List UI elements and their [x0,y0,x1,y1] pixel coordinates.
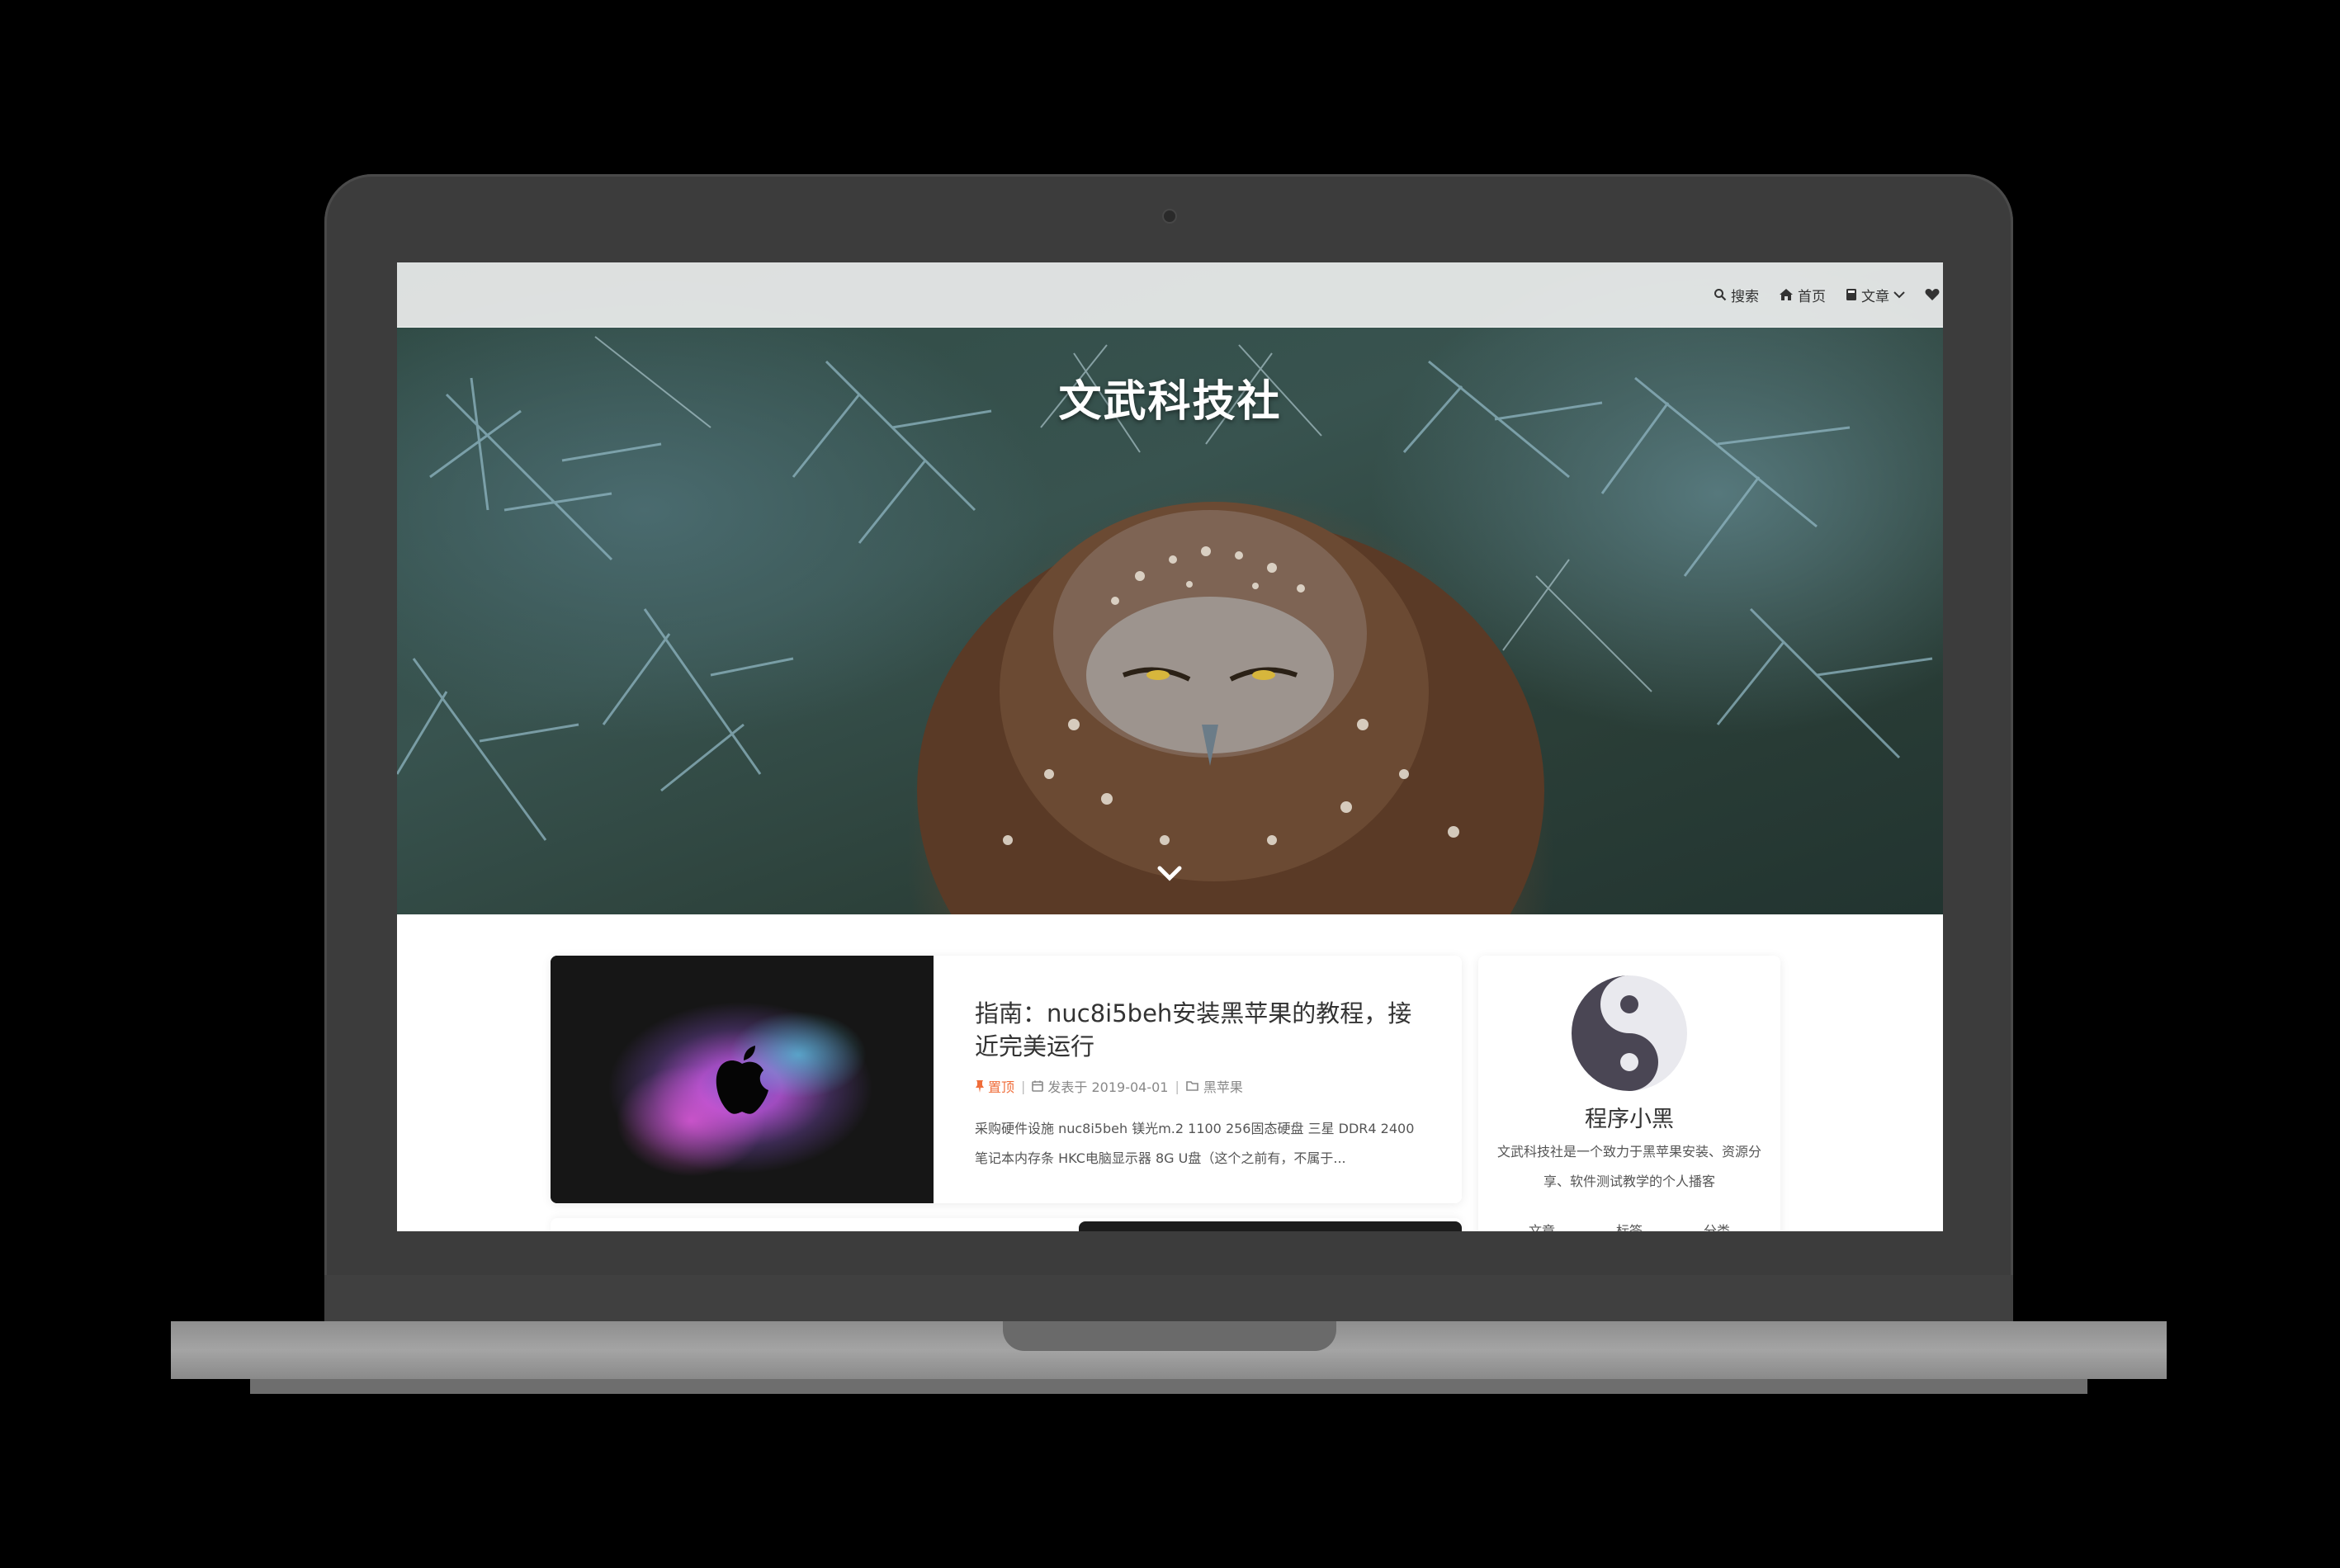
nav-menu: 搜索 首页 文章 [1714,262,1943,327]
post-category-label: 黑苹果 [1203,1079,1243,1095]
site-title: 文武科技社 [1058,377,1282,427]
post-date: 发表于 2019-04-01 [1032,1076,1168,1096]
nav-item-label: 搜索 [1731,288,1759,305]
calendar-icon [1032,1080,1044,1092]
apple-logo-icon [716,1046,768,1114]
nav-item-label: 文章 [1861,288,1889,305]
webcam [1164,210,1175,222]
pinned-badge: 置顶 [975,1076,1014,1096]
thumbtack-icon [976,1080,984,1093]
owl-background-image [397,336,1933,914]
pinned-label: 置顶 [988,1079,1015,1095]
post-date-label: 发表于 2019-04-01 [1047,1079,1169,1095]
stat-articles[interactable]: 文章 [1529,1220,1555,1231]
profile-description: 文武科技社是一个致力于黑苹果安装、资源分享、软件测试教学的个人播客 [1496,1144,1761,1189]
post-category[interactable]: 黑苹果 [1186,1076,1243,1096]
yin-yang-avatar-icon[interactable] [1572,975,1687,1091]
chevron-down-icon [1893,291,1905,299]
post-excerpt: 采购硬件设施 nuc8i5beh 镁光m.2 1100 256固态硬盘 三星 D… [975,1121,1415,1166]
stat-categories[interactable]: 分类 [1704,1220,1730,1231]
top-navbar: 搜索 首页 文章 [397,262,1943,328]
next-post-thumbnail [1079,1221,1462,1231]
scroll-down-chevron-icon[interactable] [1151,862,1188,886]
post-body: 指南：nuc8i5beh安装黑苹果的教程，接近完美运行 置顶 | 发表于 201… [975,997,1421,1174]
meta-separator: | [1175,1078,1179,1094]
laptop-chin [324,1275,2013,1321]
post-thumbnail[interactable] [551,956,934,1203]
book-icon [1846,289,1856,300]
next-post-card[interactable] [551,1218,1462,1231]
laptop-notch [1003,1321,1336,1351]
home-icon [1780,289,1793,300]
post-card[interactable]: 指南：nuc8i5beh安装黑苹果的教程，接近完美运行 置顶 | 发表于 201… [551,956,1462,1203]
browser-screen: 搜索 首页 文章 文武科技社 指南：nuc8i5beh安装黑苹果的教程，接近完美… [397,262,1943,1231]
nav-item-label: 首页 [1798,288,1826,305]
post-title[interactable]: 指南：nuc8i5beh安装黑苹果的教程，接近完美运行 [975,997,1421,1063]
profile-stats: 文章 标签 分类 [1478,1220,1780,1231]
main-content: 指南：nuc8i5beh安装黑苹果的教程，接近完美运行 置顶 | 发表于 201… [397,914,1943,1231]
profile-card: 程序小黑 文武科技社是一个致力于黑苹果安装、资源分享、软件测试教学的个人播客 文… [1478,956,1780,1231]
nav-item-articles[interactable]: 文章 [1846,285,1905,305]
nav-item-favorites[interactable] [1925,288,1940,301]
nav-item-search[interactable]: 搜索 [1714,285,1759,305]
post-meta: 置顶 | 发表于 2019-04-01 | 黑苹果 [975,1076,1421,1096]
meta-separator: | [1021,1078,1026,1094]
stat-tags[interactable]: 标签 [1616,1220,1643,1231]
profile-name: 程序小黑 [1585,1107,1674,1132]
nav-item-home[interactable]: 首页 [1779,285,1826,305]
hero-banner: 搜索 首页 文章 文武科技社 [397,262,1943,914]
laptop-base-foot [250,1379,2087,1394]
heart-icon [1925,289,1940,300]
folder-open-icon [1186,1081,1198,1091]
search-icon [1714,289,1727,301]
